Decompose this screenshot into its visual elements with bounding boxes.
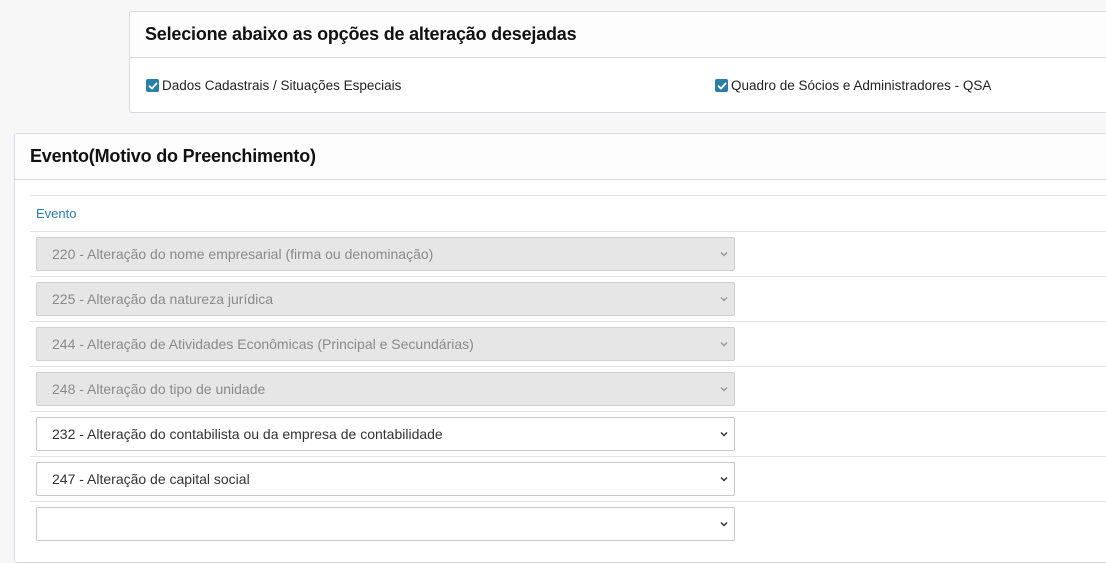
event-column-header: Evento — [30, 195, 1106, 231]
event-select-6[interactable]: 247 - Alteração de capital social — [36, 462, 735, 496]
event-select-1[interactable]: 220 - Alteração do nome empresarial (fir… — [36, 237, 735, 271]
table-row: 248 - Alteração do tipo de unidade — [30, 366, 1106, 411]
table-row: 220 - Alteração do nome empresarial (fir… — [30, 231, 1106, 276]
select-value: 248 - Alteração do tipo de unidade — [52, 381, 266, 397]
event-panel: Evento(Motivo do Preenchimento) Evento 2… — [14, 133, 1106, 563]
option-label: Dados Cadastrais / Situações Especiais — [162, 78, 402, 93]
event-select-3[interactable]: 244 - Alteração de Atividades Econômicas… — [36, 327, 735, 361]
select-value: 232 - Alteração do contabilista ou da em… — [52, 426, 443, 442]
chevron-down-icon — [720, 341, 728, 347]
chevron-down-icon — [720, 386, 728, 392]
event-panel-title: Evento(Motivo do Preenchimento) — [15, 134, 1106, 180]
event-table: Evento 220 - Alteração do nome empresari… — [30, 195, 1106, 546]
table-row: 247 - Alteração de capital social — [30, 456, 1106, 501]
chevron-down-icon — [720, 251, 728, 257]
chevron-down-icon — [720, 521, 728, 527]
alteration-options-panel: Selecione abaixo as opções de alteração … — [129, 11, 1106, 113]
event-select-4[interactable]: 248 - Alteração do tipo de unidade — [36, 372, 735, 406]
option-label: Quadro de Sócios e Administradores - QSA — [731, 78, 992, 93]
check-icon[interactable] — [715, 79, 728, 92]
select-value: 247 - Alteração de capital social — [52, 471, 250, 487]
alteration-options-title: Selecione abaixo as opções de alteração … — [130, 12, 1106, 58]
select-value: 220 - Alteração do nome empresarial (fir… — [52, 246, 434, 262]
column-header-label: Evento — [36, 206, 77, 221]
event-select-2[interactable]: 225 - Alteração da natureza jurídica — [36, 282, 735, 316]
table-row: 244 - Alteração de Atividades Econômicas… — [30, 321, 1106, 366]
event-select-7[interactable] — [36, 507, 735, 541]
table-row: 232 - Alteração do contabilista ou da em… — [30, 411, 1106, 456]
check-icon[interactable] — [146, 79, 159, 92]
table-row: 225 - Alteração da natureza jurídica — [30, 276, 1106, 321]
select-value: 244 - Alteração de Atividades Econômicas… — [52, 336, 474, 352]
select-value: 225 - Alteração da natureza jurídica — [52, 291, 274, 307]
chevron-down-icon — [720, 431, 728, 437]
table-row — [30, 501, 1106, 546]
option-dados-cadastrais[interactable]: Dados Cadastrais / Situações Especiais — [146, 78, 401, 93]
option-qsa[interactable]: Quadro de Sócios e Administradores - QSA — [715, 78, 991, 93]
chevron-down-icon — [720, 296, 728, 302]
chevron-down-icon — [720, 476, 728, 482]
event-select-5[interactable]: 232 - Alteração do contabilista ou da em… — [36, 417, 735, 451]
